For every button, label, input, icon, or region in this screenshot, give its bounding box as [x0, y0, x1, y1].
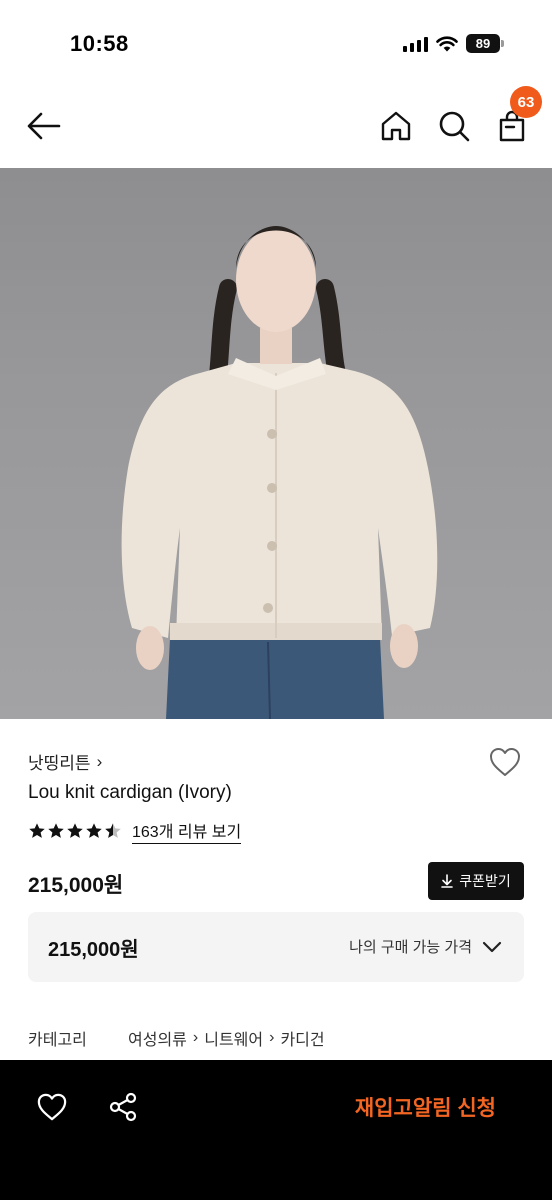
category-row: 카테고리 여성의류 › 니트웨어 › 카디건 [28, 1026, 325, 1050]
star-icon [86, 823, 102, 838]
status-time: 10:58 [70, 31, 129, 56]
brand-link[interactable]: 낫띵리튼 › [28, 749, 102, 774]
status-bar: 10:58 89 [0, 0, 552, 88]
nav-actions: 63 [378, 86, 542, 144]
download-icon [441, 874, 454, 888]
chevron-right-icon: › [192, 1029, 199, 1046]
category-item[interactable]: 카디건 [280, 1026, 324, 1050]
share-button[interactable] [108, 1092, 138, 1122]
star-icon [67, 823, 83, 838]
search-button[interactable] [436, 108, 472, 144]
cart-badge: 63 [510, 86, 542, 118]
home-button[interactable] [378, 108, 414, 144]
star-half-icon [105, 823, 121, 838]
my-price-label: 나의 구매 가능 가격 [349, 939, 472, 956]
category-label: 카테고리 [28, 1032, 87, 1049]
rating-row: 163개 리뷰 보기 [28, 818, 242, 844]
cart-button[interactable]: 63 [494, 86, 542, 144]
my-price-box[interactable]: 215,000원 나의 구매 가능 가격 [28, 912, 524, 982]
my-price-value: 215,000원 [48, 939, 139, 961]
battery-icon: 89 [466, 34, 504, 53]
category-item[interactable]: 여성의류 [128, 1026, 187, 1050]
wifi-icon [436, 35, 458, 51]
heart-icon [490, 748, 520, 776]
star-icon [48, 823, 64, 838]
product-name: Lou knit cardigan (Ivory) [28, 782, 232, 803]
rating-stars [28, 822, 122, 840]
heart-icon [37, 1093, 67, 1121]
wishlist-button[interactable] [488, 746, 522, 778]
category-breadcrumb: 여성의류 › 니트웨어 › 카디건 [128, 1026, 325, 1050]
status-icons: 89 [403, 34, 504, 53]
search-icon [439, 111, 470, 142]
chevron-down-icon [482, 941, 502, 952]
product-image[interactable] [0, 168, 552, 719]
nav-bar: 63 [0, 86, 552, 168]
brand-name: 낫띵리튼 [28, 754, 91, 773]
bottom-action-bar: 재입고알림 신청 [0, 1060, 552, 1200]
review-link[interactable]: 163개 리뷰 보기 [132, 818, 242, 844]
battery-level: 89 [466, 34, 500, 53]
my-price-toggle[interactable]: 나의 구매 가능 가격 [349, 936, 502, 957]
coupon-label: 쿠폰받기 [459, 873, 511, 889]
chevron-right-icon: › [269, 1029, 275, 1046]
signal-icon [403, 36, 428, 52]
back-button[interactable] [24, 108, 64, 144]
bottom-wishlist-button[interactable] [36, 1092, 68, 1122]
coupon-button[interactable]: 쿠폰받기 [428, 862, 524, 900]
star-icon [29, 823, 45, 838]
category-item[interactable]: 니트웨어 [204, 1026, 263, 1050]
chevron-right-icon: › [96, 751, 103, 771]
home-icon [381, 111, 411, 141]
share-icon [109, 1092, 137, 1122]
price: 215,000원 [28, 874, 124, 897]
back-arrow-icon [27, 112, 61, 140]
restock-alert-button[interactable]: 재입고알림 신청 [355, 1092, 496, 1122]
